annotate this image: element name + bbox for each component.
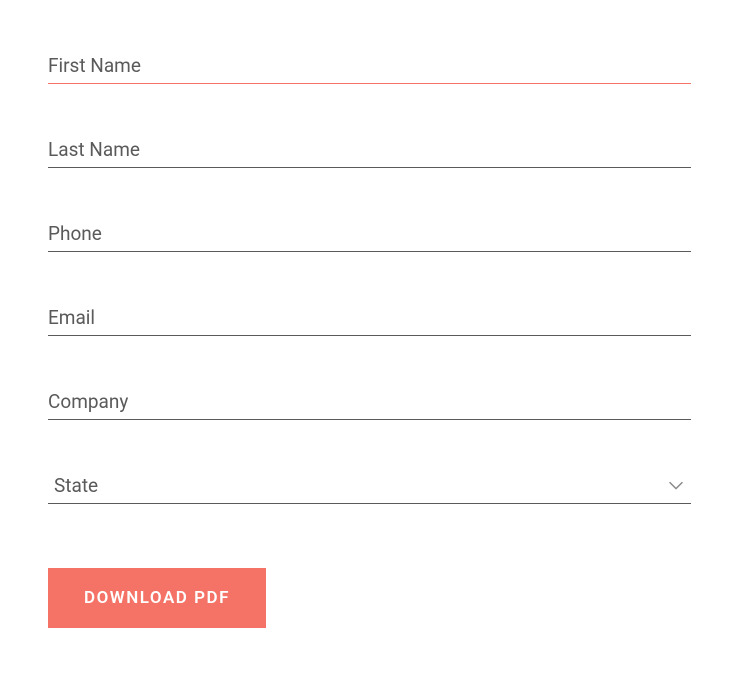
state-select-wrapper: State bbox=[48, 468, 691, 504]
email-input[interactable] bbox=[48, 300, 691, 336]
phone-field-wrapper bbox=[48, 216, 691, 252]
first-name-field-wrapper bbox=[48, 48, 691, 84]
first-name-input[interactable] bbox=[48, 48, 691, 84]
last-name-field-wrapper bbox=[48, 132, 691, 168]
company-field-wrapper bbox=[48, 384, 691, 420]
email-field-wrapper bbox=[48, 300, 691, 336]
phone-input[interactable] bbox=[48, 216, 691, 252]
last-name-input[interactable] bbox=[48, 132, 691, 168]
download-pdf-button[interactable]: DOWNLOAD PDF bbox=[48, 568, 266, 628]
company-input[interactable] bbox=[48, 384, 691, 420]
state-select[interactable]: State bbox=[48, 468, 691, 504]
form-container: State DOWNLOAD PDF bbox=[48, 48, 691, 628]
state-field-wrapper: State bbox=[48, 468, 691, 504]
